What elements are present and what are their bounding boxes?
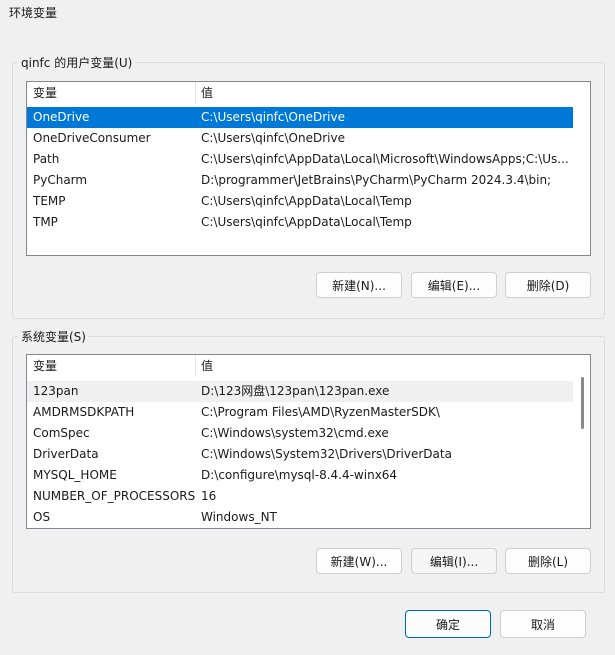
variable-name: AMDRMSDKPATH	[33, 405, 135, 419]
variable-value: C:\Users\qinfc\AppData\Local\Microsoft\W…	[201, 152, 569, 166]
variable-name: OneDriveConsumer	[33, 131, 151, 145]
variable-name: ComSpec	[33, 426, 90, 440]
user-variables-header: 变量 值	[27, 82, 590, 104]
column-header-value[interactable]: 值	[195, 355, 590, 377]
system-variables-group-label: 系统变量(S)	[18, 328, 89, 345]
user-delete-button[interactable]: 删除(D)	[505, 272, 591, 298]
table-row[interactable]: PyCharm D:\programmer\JetBrains\PyCharm\…	[27, 170, 573, 191]
variable-value: D:\programmer\JetBrains\PyCharm\PyCharm …	[201, 173, 552, 187]
variable-name: OS	[33, 510, 51, 524]
variable-value: C:\Program Files\AMD\RyzenMasterSDK\	[201, 405, 440, 419]
variable-value: C:\Users\qinfc\OneDrive	[201, 110, 345, 124]
variable-value: D:\123网盘\123pan\123pan.exe	[201, 384, 390, 398]
variable-name: NUMBER_OF_PROCESSORS	[33, 489, 196, 503]
variable-value: D:\configure\mysql-8.4.4-winx64	[201, 468, 398, 482]
table-row[interactable]: TEMP C:\Users\qinfc\AppData\Local\Temp	[27, 191, 573, 212]
user-variables-group-label: qinfc 的用户变量(U)	[18, 54, 136, 71]
user-new-button[interactable]: 新建(N)...	[316, 272, 402, 298]
system-edit-button[interactable]: 编辑(I)...	[411, 548, 497, 574]
column-header-value[interactable]: 值	[195, 82, 590, 104]
user-variables-list[interactable]: 变量 值 OneDrive C:\Users\qinfc\OneDrive On…	[26, 81, 591, 256]
variable-name: PyCharm	[33, 173, 88, 187]
variable-name: TEMP	[33, 194, 66, 208]
table-row[interactable]: Path C:\Users\qinfc\AppData\Local\Micros…	[27, 149, 573, 170]
table-row[interactable]: NUMBER_OF_PROCESSORS 16	[27, 486, 573, 507]
table-row-123pan[interactable]: 123pan D:\123网盘\123pan\123pan.exe	[27, 381, 573, 402]
variable-name: OneDrive	[33, 110, 90, 124]
table-row[interactable]: ComSpec C:\Windows\system32\cmd.exe	[27, 423, 573, 444]
column-header-variable[interactable]: 变量	[27, 82, 195, 104]
table-row-onedrive[interactable]: OneDrive C:\Users\qinfc\OneDrive	[27, 107, 573, 128]
variable-name: MYSQL_HOME	[33, 468, 117, 482]
system-delete-button[interactable]: 删除(L)	[505, 548, 591, 574]
title-bar[interactable]: 环境变量	[0, 0, 615, 26]
window-title: 环境变量	[9, 6, 58, 20]
scrollbar-thumb[interactable]	[581, 377, 584, 429]
system-variables-list[interactable]: 变量 值 123pan D:\123网盘\123pan\123pan.exe A…	[26, 354, 591, 529]
ok-button[interactable]: 确定	[405, 610, 491, 638]
variable-value: C:\Windows\system32\cmd.exe	[201, 426, 389, 440]
variable-name: DriverData	[33, 447, 99, 461]
variable-value: C:\Users\qinfc\AppData\Local\Temp	[201, 194, 412, 208]
variable-value: C:\Users\qinfc\OneDrive	[201, 131, 345, 145]
table-row[interactable]: AMDRMSDKPATH C:\Program Files\AMD\RyzenM…	[27, 402, 573, 423]
variable-name: 123pan	[33, 384, 79, 398]
variable-name: Path	[33, 152, 60, 166]
table-row[interactable]: OS Windows_NT	[27, 507, 573, 528]
table-row[interactable]: TMP C:\Users\qinfc\AppData\Local\Temp	[27, 212, 573, 233]
system-variables-header: 变量 值	[27, 355, 590, 377]
variable-value: C:\Users\qinfc\AppData\Local\Temp	[201, 215, 412, 229]
variable-value: 16	[201, 489, 217, 503]
cancel-button[interactable]: 取消	[500, 610, 586, 638]
column-header-variable[interactable]: 变量	[27, 355, 195, 377]
table-row[interactable]: OneDriveConsumer C:\Users\qinfc\OneDrive	[27, 128, 573, 149]
variable-name: TMP	[33, 215, 58, 229]
variable-value: Windows_NT	[201, 510, 277, 524]
vertical-scrollbar[interactable]	[577, 377, 587, 527]
user-edit-button[interactable]: 编辑(E)...	[411, 272, 497, 298]
system-new-button[interactable]: 新建(W)...	[316, 548, 402, 574]
variable-value: C:\Windows\System32\Drivers\DriverData	[201, 447, 452, 461]
table-row[interactable]: DriverData C:\Windows\System32\Drivers\D…	[27, 444, 573, 465]
table-row[interactable]: MYSQL_HOME D:\configure\mysql-8.4.4-winx…	[27, 465, 573, 486]
